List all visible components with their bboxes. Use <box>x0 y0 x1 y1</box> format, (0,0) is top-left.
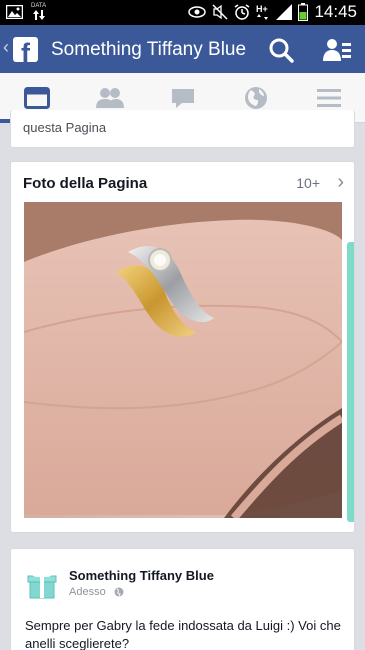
friends-icon[interactable] <box>322 37 352 63</box>
page-info-text: questa Pagina <box>23 120 107 135</box>
status-bar: DATA H+ 14:45 <box>0 0 365 25</box>
facebook-logo-letter: f <box>21 38 30 62</box>
back-chevron-icon[interactable]: ‹ <box>3 37 9 58</box>
page-avatar[interactable] <box>25 567 59 601</box>
post-timestamp[interactable]: Adesso <box>69 586 106 598</box>
app-header: ‹ f Something Tiffany Blue <box>0 25 365 73</box>
battery-icon <box>298 3 309 21</box>
chat-icon <box>171 89 194 108</box>
post-message: Sempre per Gabry la fede indossata da Lu… <box>25 618 341 650</box>
facebook-logo-icon[interactable]: f <box>13 37 38 62</box>
post-card: Something Tiffany Blue Adesso Sempre per… <box>10 548 355 650</box>
photos-section-title[interactable]: Foto della Pagina <box>23 175 147 192</box>
mute-icon <box>212 4 228 20</box>
menu-icon <box>316 89 341 107</box>
page-photos-card: Foto della Pagina 10+ › <box>10 161 355 533</box>
h-plus-icon: H+ <box>256 4 269 20</box>
globe-icon <box>244 87 267 109</box>
signal-icon <box>276 4 293 20</box>
alarm-icon <box>235 4 250 20</box>
clock: 14:45 <box>314 2 357 21</box>
next-photo-preview[interactable] <box>347 242 354 522</box>
public-globe-icon <box>114 587 124 597</box>
data-transfer-icon: DATA <box>31 3 46 20</box>
page-info-card: questa Pagina <box>10 110 355 148</box>
newsfeed-icon <box>23 87 50 109</box>
eye-icon <box>188 6 207 18</box>
post-page-name[interactable]: Something Tiffany Blue <box>69 568 214 583</box>
chevron-right-icon[interactable]: › <box>337 171 344 194</box>
friends-icon <box>95 88 124 108</box>
data-label: DATA <box>31 3 47 9</box>
page-title: Something Tiffany Blue <box>51 39 247 60</box>
photos-count[interactable]: 10+ <box>296 175 320 191</box>
ring-photo[interactable] <box>24 202 342 518</box>
picture-icon <box>6 4 23 19</box>
search-icon[interactable] <box>268 37 294 63</box>
svg-text:H+: H+ <box>256 4 268 14</box>
ring-photo-image <box>24 202 342 518</box>
